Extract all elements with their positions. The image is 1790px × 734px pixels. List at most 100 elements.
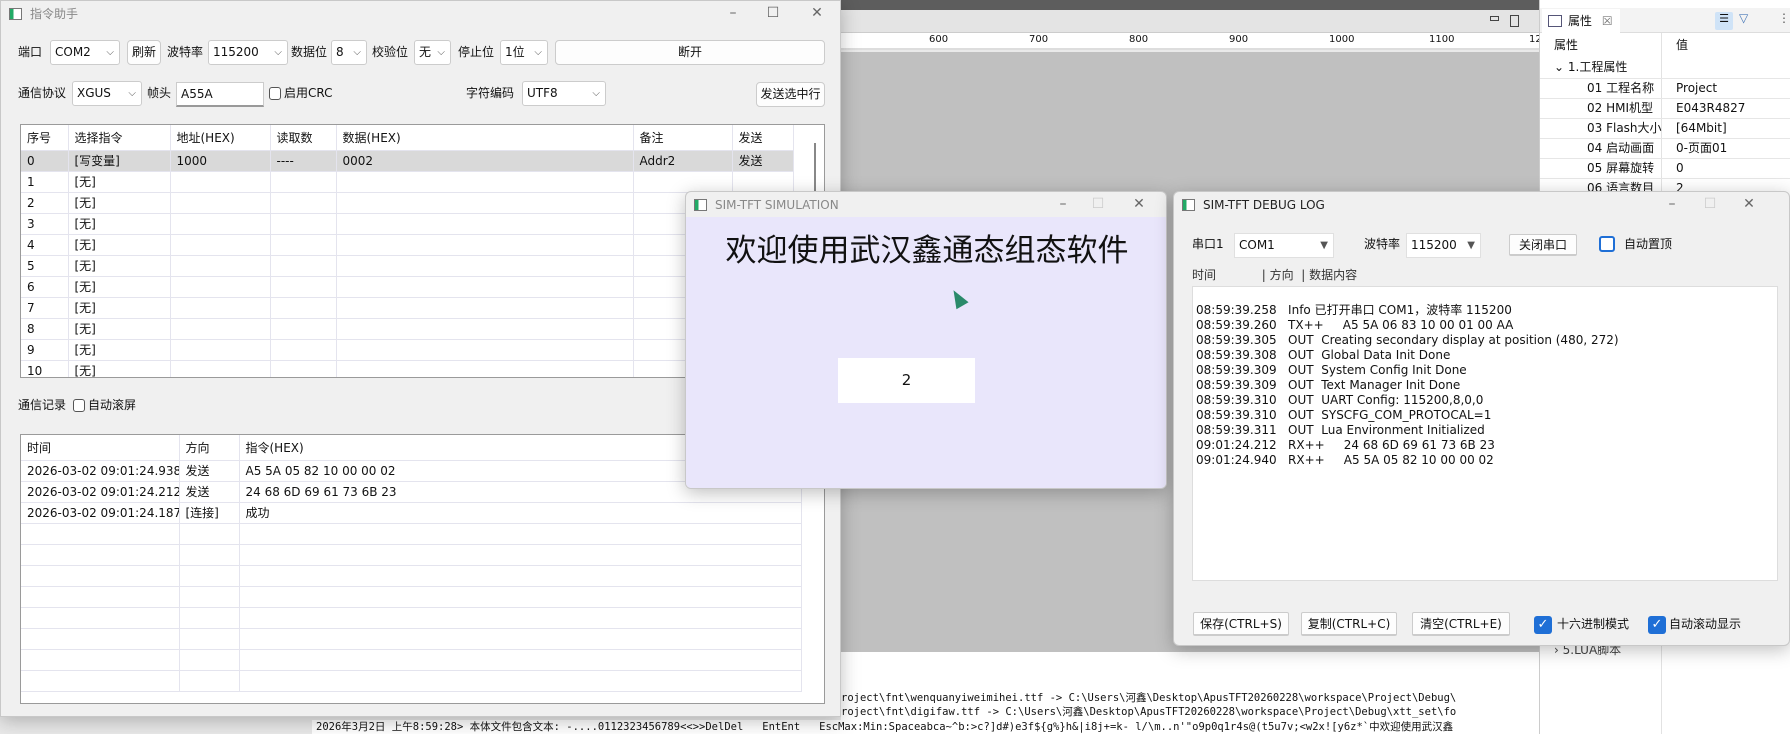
table-cell bbox=[179, 523, 240, 545]
table-row[interactable]: 4 [无] bbox=[21, 234, 794, 256]
column-header[interactable]: 数据(HEX) bbox=[336, 125, 634, 151]
close-tab-icon[interactable]: ☒ bbox=[1602, 14, 1613, 28]
maximize-button[interactable]: ☐ bbox=[1078, 192, 1118, 217]
save-button[interactable]: 保存(CTRL+S) bbox=[1193, 612, 1289, 636]
property-row[interactable]: 03 Flash大小 [64Mbit] bbox=[1540, 118, 1790, 138]
table-row[interactable]: 2026-03-02 09:01:24.187 [连接] 成功 bbox=[21, 502, 802, 524]
table-cell bbox=[170, 255, 271, 277]
column-header[interactable]: 读取数 bbox=[270, 125, 337, 151]
simulation-screen[interactable]: 欢迎使用武汉鑫通态组态软件 2 bbox=[686, 217, 1166, 488]
table-row[interactable]: 1 [无] bbox=[21, 171, 794, 193]
ruler-tick-label: 700 bbox=[1029, 34, 1049, 45]
table-row[interactable]: 2 [无] bbox=[21, 192, 794, 214]
table-row[interactable] bbox=[21, 586, 802, 608]
clear-button[interactable]: 清空(CTRL+E) bbox=[1412, 612, 1510, 636]
property-row[interactable]: 05 屏幕旋转 0 bbox=[1540, 158, 1790, 178]
baud-label: 波特率 bbox=[167, 45, 204, 59]
copy-button[interactable]: 复制(CTRL+C) bbox=[1301, 612, 1397, 636]
table-cell bbox=[179, 586, 240, 608]
table-cell bbox=[179, 607, 240, 629]
table-cell: 10 bbox=[21, 360, 69, 377]
port-value: COM2 bbox=[55, 45, 91, 59]
table-row[interactable]: 0 [写变量] 1000 ---- 0002 Addr2 发送 bbox=[21, 150, 794, 172]
column-header[interactable]: 发送 bbox=[732, 125, 794, 151]
table-cell[interactable]: 发送 bbox=[732, 150, 794, 172]
property-row[interactable]: 01 工程名称 Project bbox=[1540, 78, 1790, 98]
autoscroll-label: 自动滚屏 bbox=[88, 398, 137, 412]
port-select[interactable]: COM2 ⌵ bbox=[50, 40, 120, 65]
table-row[interactable]: 10 [无] bbox=[21, 360, 794, 377]
property-row[interactable]: 02 HMI机型 E043R4827 bbox=[1540, 98, 1790, 118]
maximize-button[interactable]: ☐ bbox=[1690, 192, 1730, 217]
property-row[interactable]: 04 启动画面 0-页面01 bbox=[1540, 138, 1790, 158]
table-row[interactable] bbox=[21, 565, 802, 587]
console-lines: roject\fnt\wenquanyiweimihei.ttf -> C:\U… bbox=[841, 690, 1539, 719]
table-row[interactable]: 5 [无] bbox=[21, 255, 794, 277]
send-selected-button[interactable]: 发送选中行 bbox=[756, 82, 825, 107]
baud-select[interactable]: 115200 ⌵ bbox=[208, 40, 288, 65]
baud-select[interactable]: 115200 ▼ bbox=[1406, 233, 1481, 258]
table-row[interactable]: 9 [无] bbox=[21, 339, 794, 361]
maximize-view-icon[interactable] bbox=[1510, 15, 1519, 27]
column-header[interactable]: 地址(HEX) bbox=[170, 125, 271, 151]
close-port-button[interactable]: 关闭串口 bbox=[1509, 234, 1577, 256]
tab-properties[interactable]: 属性 ☒ bbox=[1542, 9, 1620, 33]
table-row[interactable] bbox=[21, 628, 802, 650]
close-button[interactable]: ✕ bbox=[1729, 192, 1769, 217]
minimize-button[interactable]: – bbox=[713, 1, 753, 26]
table-row[interactable] bbox=[21, 649, 802, 671]
minimize-button[interactable]: – bbox=[1652, 192, 1692, 217]
refresh-button[interactable]: 刷新 bbox=[127, 40, 161, 65]
crc-checkbox[interactable] bbox=[269, 87, 281, 100]
column-header[interactable]: 备注 bbox=[633, 125, 733, 151]
table-cell bbox=[170, 234, 271, 256]
table-cell bbox=[170, 276, 271, 298]
table-row[interactable] bbox=[21, 544, 802, 566]
categories-icon[interactable]: ☰ bbox=[1715, 12, 1733, 30]
minimize-view-icon[interactable] bbox=[1490, 16, 1499, 21]
close-button[interactable]: ✕ bbox=[1119, 192, 1159, 217]
props-group[interactable]: ⌄ 1.工程属性 bbox=[1554, 58, 1627, 75]
ruler-tick-label: 600 bbox=[929, 34, 949, 45]
table-cell: [无] bbox=[68, 255, 171, 277]
autoscroll-checkbox[interactable]: ✓ bbox=[1648, 616, 1666, 634]
table-cell: [无] bbox=[68, 297, 171, 319]
autoscroll-checkbox[interactable] bbox=[73, 399, 85, 412]
debug-log-output[interactable]: 08:59:39.258 Info 已打开串口 COM1，波特率 115200 0… bbox=[1192, 286, 1778, 581]
table-cell: [无] bbox=[68, 339, 171, 361]
table-row[interactable] bbox=[21, 523, 802, 545]
parity-select[interactable]: 无 ⌵ bbox=[414, 40, 451, 65]
table-row[interactable]: 2026-03-02 09:01:24.212 发送 24 68 6D 69 61 … bbox=[21, 481, 802, 503]
ruler-tick-label: 1100 bbox=[1429, 34, 1455, 45]
table-row[interactable]: 6 [无] bbox=[21, 276, 794, 298]
log-line: 08:59:39.310 OUT SYSCFG_COM_PROTOCAL=1 bbox=[1196, 408, 1492, 422]
column-header[interactable]: 选择指令 bbox=[68, 125, 171, 151]
protocol-select[interactable]: XGUS ⌵ bbox=[72, 81, 142, 106]
close-button[interactable]: ✕ bbox=[797, 1, 837, 26]
table-row[interactable] bbox=[21, 607, 802, 629]
frame-header-input[interactable]: A55A bbox=[176, 82, 264, 107]
hex-mode-checkbox[interactable]: ✓ bbox=[1534, 616, 1552, 634]
more-icon[interactable]: ⋮ bbox=[1778, 11, 1790, 25]
databits-value: 8 bbox=[336, 45, 344, 59]
column-header[interactable]: 时间 bbox=[21, 435, 180, 461]
minimize-button[interactable]: – bbox=[1043, 192, 1083, 217]
table-row[interactable]: 2026-03-02 09:01:24.938 发送 A5 5A 05 82 10 … bbox=[21, 460, 802, 482]
column-header[interactable]: 序号 bbox=[21, 125, 69, 151]
disconnect-button[interactable]: 断开 bbox=[555, 40, 825, 65]
encoding-label: 字符编码 bbox=[466, 86, 515, 100]
encoding-select[interactable]: UTF8 ⌵ bbox=[522, 81, 606, 106]
chevron-down-icon: ⌵ bbox=[106, 47, 114, 58]
table-row[interactable]: 7 [无] bbox=[21, 297, 794, 319]
table-row[interactable]: 3 [无] bbox=[21, 213, 794, 235]
databits-select[interactable]: 8 ⌵ bbox=[331, 40, 367, 65]
table-cell bbox=[336, 234, 634, 256]
serial-port-select[interactable]: COM1 ▼ bbox=[1234, 233, 1334, 258]
table-row[interactable]: 8 [无] bbox=[21, 318, 794, 340]
table-row[interactable] bbox=[21, 670, 802, 692]
topmost-checkbox[interactable] bbox=[1599, 236, 1615, 252]
maximize-button[interactable]: ☐ bbox=[753, 1, 793, 26]
stopbits-select[interactable]: 1位 ⌵ bbox=[500, 40, 548, 65]
filter-icon[interactable]: ▽ bbox=[1739, 11, 1748, 25]
column-header[interactable]: 方向 bbox=[179, 435, 240, 461]
